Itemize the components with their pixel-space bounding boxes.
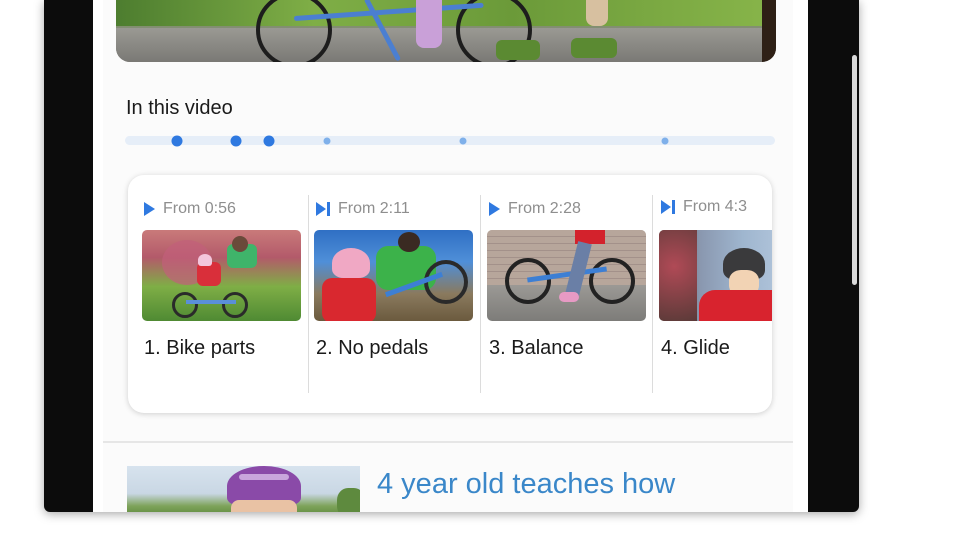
timeline-marker-2[interactable] [230, 135, 241, 146]
chapter-item-1[interactable]: From 0:56 1. Bike parts [128, 175, 301, 413]
in-this-video-heading: In this video [126, 97, 233, 119]
video-player-thumbnail[interactable] [116, 0, 776, 62]
chapter-3-from: From 2:28 [508, 200, 581, 217]
chapter-3-thumbnail[interactable] [487, 230, 646, 321]
chapter-item-2[interactable]: From 2:11 2. No pedals [300, 175, 473, 413]
chapter-item-3[interactable]: From 2:28 3. Balance [473, 175, 646, 413]
timeline-marker-5[interactable] [459, 137, 467, 144]
phone-side-button [852, 55, 857, 285]
skip-icon [661, 200, 675, 214]
hero-grass [116, 0, 776, 26]
chapter-4-from: From 4:3 [683, 198, 748, 215]
chapter-3-title: 3. Balance [489, 337, 584, 359]
chapter-4-title: 4. Glide [661, 337, 730, 359]
chapter-4-thumbnail[interactable] [659, 230, 772, 321]
chapter-4-timestamp: From 4:3 [661, 198, 747, 216]
chapter-2-thumbnail[interactable] [314, 230, 473, 321]
hero-edge [762, 0, 776, 62]
chapter-timeline[interactable] [125, 135, 775, 146]
chapter-1-from: From 0:56 [163, 200, 236, 217]
adult-shoe [571, 38, 617, 58]
page-content: In this video From 0:56 1. Bike parts Fr… [103, 0, 793, 512]
adult-leg [586, 0, 608, 26]
timeline-marker-4[interactable] [323, 137, 330, 144]
rider-shoe [496, 40, 540, 60]
skip-icon [316, 202, 330, 216]
bike-wheel-back [256, 0, 332, 62]
chapters-carousel[interactable]: From 0:56 1. Bike parts From 2:11 2. No … [128, 175, 772, 413]
chapter-1-thumbnail[interactable] [142, 230, 301, 321]
section-divider [103, 441, 793, 443]
timeline-marker-1[interactable] [171, 135, 183, 146]
chapter-2-timestamp: From 2:11 [316, 200, 410, 218]
chapter-1-title: 1. Bike parts [144, 337, 256, 359]
chapter-2-title: 2. No pedals [316, 337, 429, 359]
chapter-3-timestamp: From 2:28 [489, 200, 581, 218]
hero-path [116, 28, 776, 62]
rider-leg [416, 0, 442, 48]
timeline-marker-6[interactable] [661, 137, 668, 144]
next-video-title-link[interactable]: 4 year old teaches how [377, 468, 675, 501]
chapter-item-4[interactable]: From 4:3 4. Glide [645, 175, 772, 413]
chapter-2-from: From 2:11 [338, 200, 410, 217]
play-icon [144, 202, 155, 216]
phone-screen: In this video From 0:56 1. Bike parts Fr… [93, 0, 808, 512]
chapter-1-timestamp: From 0:56 [144, 200, 236, 218]
timeline-marker-3[interactable] [263, 135, 275, 146]
play-icon [489, 202, 500, 216]
next-video-thumbnail[interactable] [127, 466, 360, 512]
